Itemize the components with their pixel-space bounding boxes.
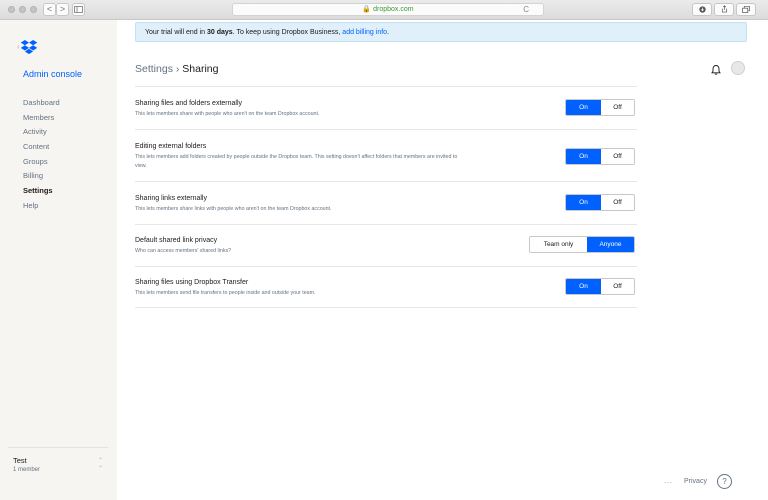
trial-banner: Your trial will end in 30 days. To keep … [135,22,747,42]
sidebar-item-groups[interactable]: Groups [23,156,60,171]
add-billing-info-link[interactable]: add billing info [342,29,387,36]
toggle-option-anyone[interactable]: Anyone [587,237,634,252]
banner-trial-days: 30 days [207,29,233,36]
dropbox-logo-icon[interactable] [20,40,38,54]
toggle-option-on[interactable]: On [566,100,601,115]
setting-description: Who can access members' shared links? [135,248,232,254]
address-bar-url: dropbox.com [373,6,414,13]
dropbox-transfer-toggle: On Off [565,278,635,295]
team-member-count: 1 member [13,467,41,473]
download-icon [698,6,706,13]
help-icon[interactable]: ? [717,474,732,489]
sidebar-item-dashboard[interactable]: Dashboard [23,97,60,112]
team-name[interactable]: Test [13,456,27,465]
toggle-option-off[interactable]: Off [601,195,634,210]
more-options-button[interactable]: ... [664,478,673,485]
tabs-overview-button[interactable] [736,3,756,16]
setting-row-share-links-externally: Sharing links externally This lets membe… [135,181,637,224]
toggle-option-off[interactable]: Off [601,279,634,294]
admin-console-title[interactable]: Admin console [23,69,82,79]
setting-title: Editing external folders [135,143,207,150]
browser-back-button[interactable]: < [43,3,56,16]
share-externally-toggle: On Off [565,99,635,116]
setting-row-default-link-privacy: Default shared link privacy Who can acce… [135,224,637,266]
sidebar-item-help[interactable]: Help [23,200,60,215]
setting-description: This lets members add folders created by… [135,154,458,169]
toggle-option-on[interactable]: On [566,279,601,294]
banner-text-middle: . To keep using Dropbox Business, [232,29,343,36]
share-links-externally-toggle: On Off [565,194,635,211]
setting-row-dropbox-transfer: Sharing files using Dropbox Transfer Thi… [135,266,637,308]
setting-row-share-externally: Sharing files and folders externally Thi… [135,86,637,129]
lock-icon: 🔒 [362,6,372,13]
bell-icon[interactable] [710,64,722,76]
download-button[interactable] [692,3,712,16]
sidebar-nav: Dashboard Members Activity Content Group… [23,97,60,215]
setting-description: This lets members share links with peopl… [135,206,332,212]
window-close-button[interactable] [8,6,15,13]
setting-row-edit-external-folders: Editing external folders This lets membe… [135,129,637,181]
avatar[interactable] [731,61,745,75]
tabs-icon [742,6,750,13]
sidebar-item-activity[interactable]: Activity [23,126,60,141]
setting-description: This lets members share with people who … [135,111,320,117]
breadcrumb-parent[interactable]: Settings [135,63,173,75]
edit-external-folders-toggle: On Off [565,148,635,165]
share-icon [721,5,727,13]
setting-title: Default shared link privacy [135,237,218,244]
sidebar-item-billing[interactable]: Billing [23,170,60,185]
toggle-option-on[interactable]: On [566,149,601,164]
sharing-settings-list: Sharing files and folders externally Thi… [135,86,637,308]
toggle-option-on[interactable]: On [566,195,601,210]
setting-title: Sharing files and folders externally [135,100,243,107]
sidebar-item-content[interactable]: Content [23,141,60,156]
banner-text-suffix: . [387,29,390,36]
setting-title: Sharing links externally [135,195,207,202]
page-title: Sharing [182,63,219,75]
sidebar-item-settings[interactable]: Settings [23,185,60,200]
toggle-option-off[interactable]: Off [601,100,634,115]
privacy-link[interactable]: Privacy [684,478,707,485]
default-link-privacy-toggle: Team only Anyone [529,236,635,253]
setting-description: This lets members send file transfers to… [135,290,316,296]
sidebar-toggle-button[interactable] [72,3,85,16]
banner-text-prefix: Your trial will end in [145,29,207,36]
share-button[interactable] [714,3,734,16]
toggle-option-off[interactable]: Off [601,149,634,164]
sidebar: ‹ Admin console Dashboard Members Activi… [0,20,117,500]
address-bar[interactable]: 🔒 dropbox.com C [232,3,544,16]
setting-title: Sharing files using Dropbox Transfer [135,279,249,286]
breadcrumb: Settings › Sharing [135,63,219,75]
sidebar-toggle-icon [74,6,83,13]
sidebar-item-members[interactable]: Members [23,112,60,127]
breadcrumb-separator: › [175,63,180,75]
window-minimize-button[interactable] [19,6,26,13]
toggle-option-team-only[interactable]: Team only [530,237,587,252]
sidebar-divider [8,447,108,448]
browser-chrome: < > 🔒 dropbox.com C [0,0,768,20]
window-maximize-button[interactable] [30,6,37,13]
browser-forward-button[interactable]: > [56,3,69,16]
team-switcher-chevron-icon[interactable]: ⌃ ⌄ [98,458,103,469]
reload-button[interactable]: C [523,4,529,16]
